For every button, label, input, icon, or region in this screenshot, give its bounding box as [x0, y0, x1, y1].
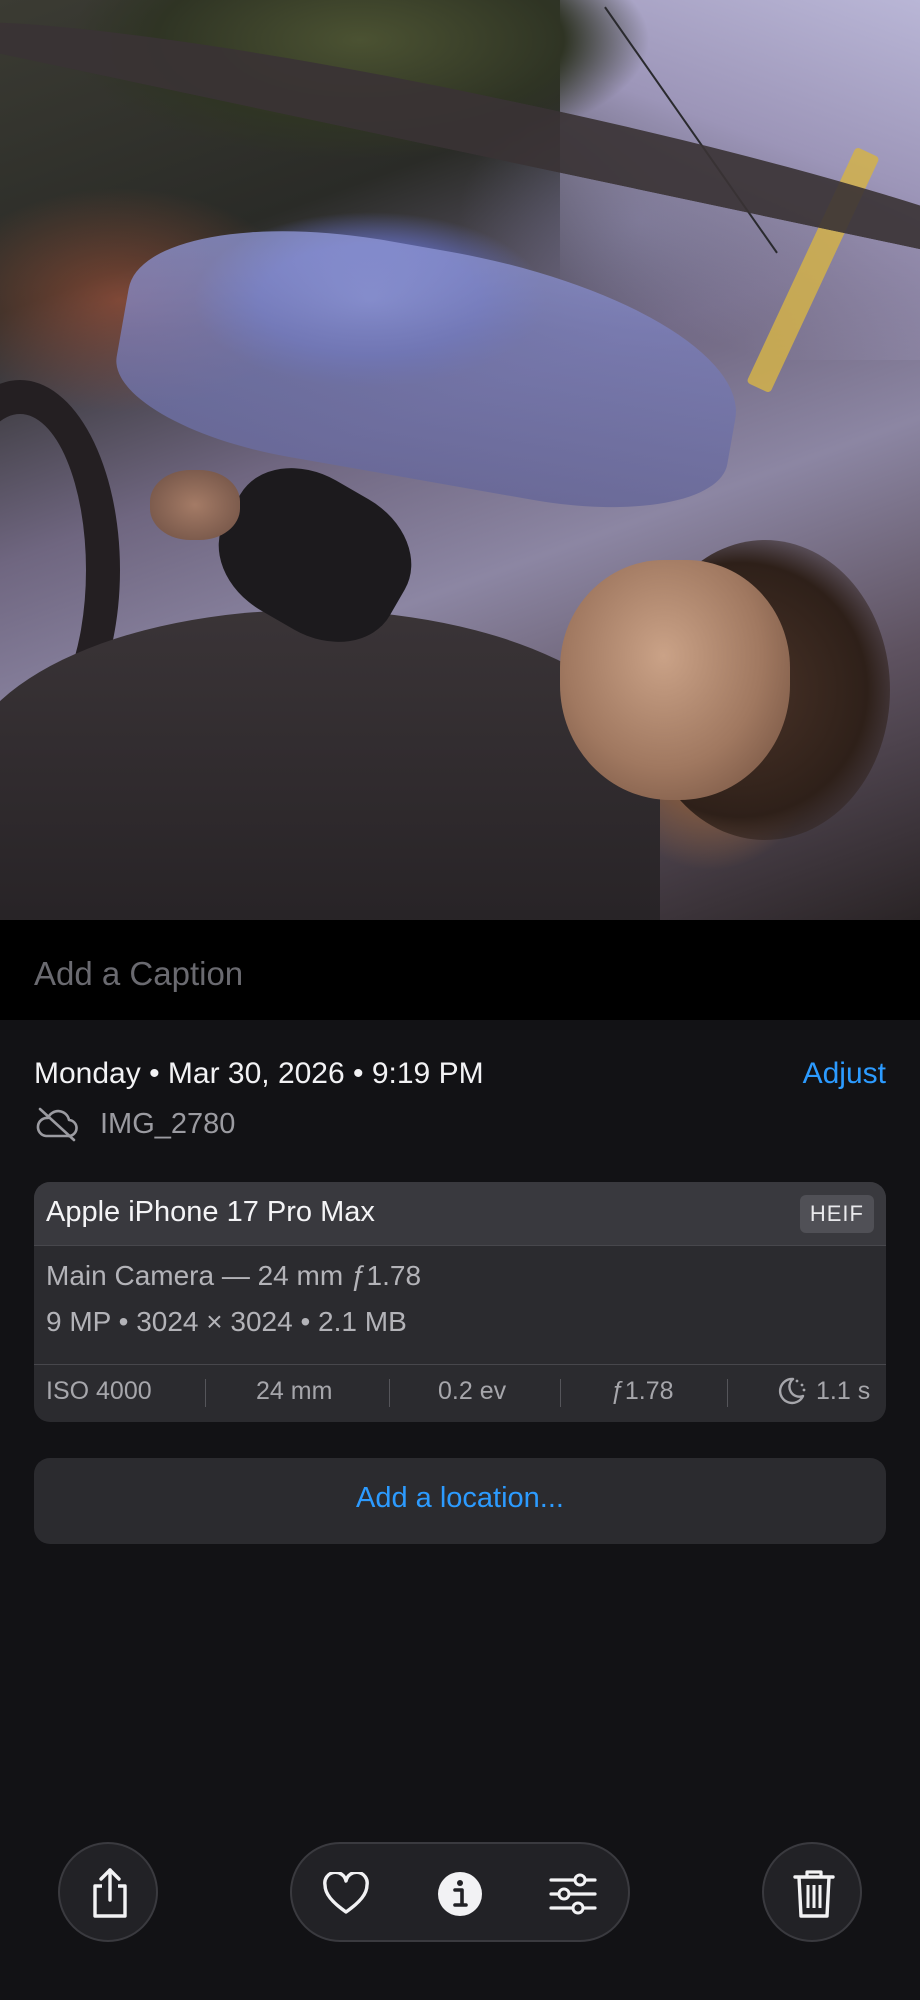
- exif-shutter-speed: 1.1 s: [816, 1377, 871, 1405]
- night-mode-icon: [778, 1377, 806, 1405]
- adjust-button[interactable]: Adjust: [803, 1057, 886, 1091]
- image-specs: 9 MP • 3024 × 3024 • 2.1 MB: [46, 1306, 407, 1337]
- exif-row: ISO 4000 24 mm 0.2 ev ƒ1.78 1.1 s: [34, 1364, 886, 1422]
- heart-icon[interactable]: [322, 1872, 370, 1916]
- exif-divider: [560, 1379, 561, 1407]
- camera-card-header: Apple iPhone 17 Pro Max HEIF: [34, 1182, 886, 1246]
- exif-divider: [205, 1379, 206, 1407]
- exif-divider: [727, 1379, 728, 1407]
- add-location-label: Add a location...: [356, 1482, 564, 1514]
- photo-hand: [150, 470, 240, 540]
- format-badge: HEIF: [799, 1195, 874, 1233]
- camera-info-card: Apple iPhone 17 Pro Max HEIF Main Camera…: [34, 1182, 886, 1422]
- lens-info: Main Camera — 24 mm ƒ1.78: [46, 1260, 422, 1291]
- photo[interactable]: [0, 0, 920, 920]
- exif-divider: [389, 1379, 390, 1407]
- file-name: IMG_2780: [100, 1108, 236, 1140]
- photo-datetime: Monday • Mar 30, 2026 • 9:19 PM: [34, 1057, 484, 1090]
- exif-aperture: ƒ1.78: [611, 1377, 674, 1405]
- device-name: Apple iPhone 17 Pro Max: [46, 1196, 375, 1228]
- sliders-icon[interactable]: [548, 1872, 598, 1916]
- share-icon: [93, 1868, 127, 1918]
- share-button[interactable]: [58, 1842, 158, 1942]
- exif-iso: ISO 4000: [46, 1377, 152, 1405]
- exif-focal-length: 24 mm: [256, 1377, 333, 1405]
- caption-input[interactable]: Add a Caption: [34, 955, 243, 993]
- photo-face: [560, 560, 790, 800]
- delete-button[interactable]: [762, 1842, 862, 1942]
- add-location-button[interactable]: Add a location...: [34, 1458, 886, 1544]
- photo-actions-group: [290, 1842, 630, 1942]
- trash-icon: [793, 1870, 835, 1918]
- cloud-slash-icon: [36, 1107, 78, 1142]
- info-icon[interactable]: [437, 1871, 483, 1917]
- exif-exposure-value: 0.2 ev: [438, 1377, 507, 1405]
